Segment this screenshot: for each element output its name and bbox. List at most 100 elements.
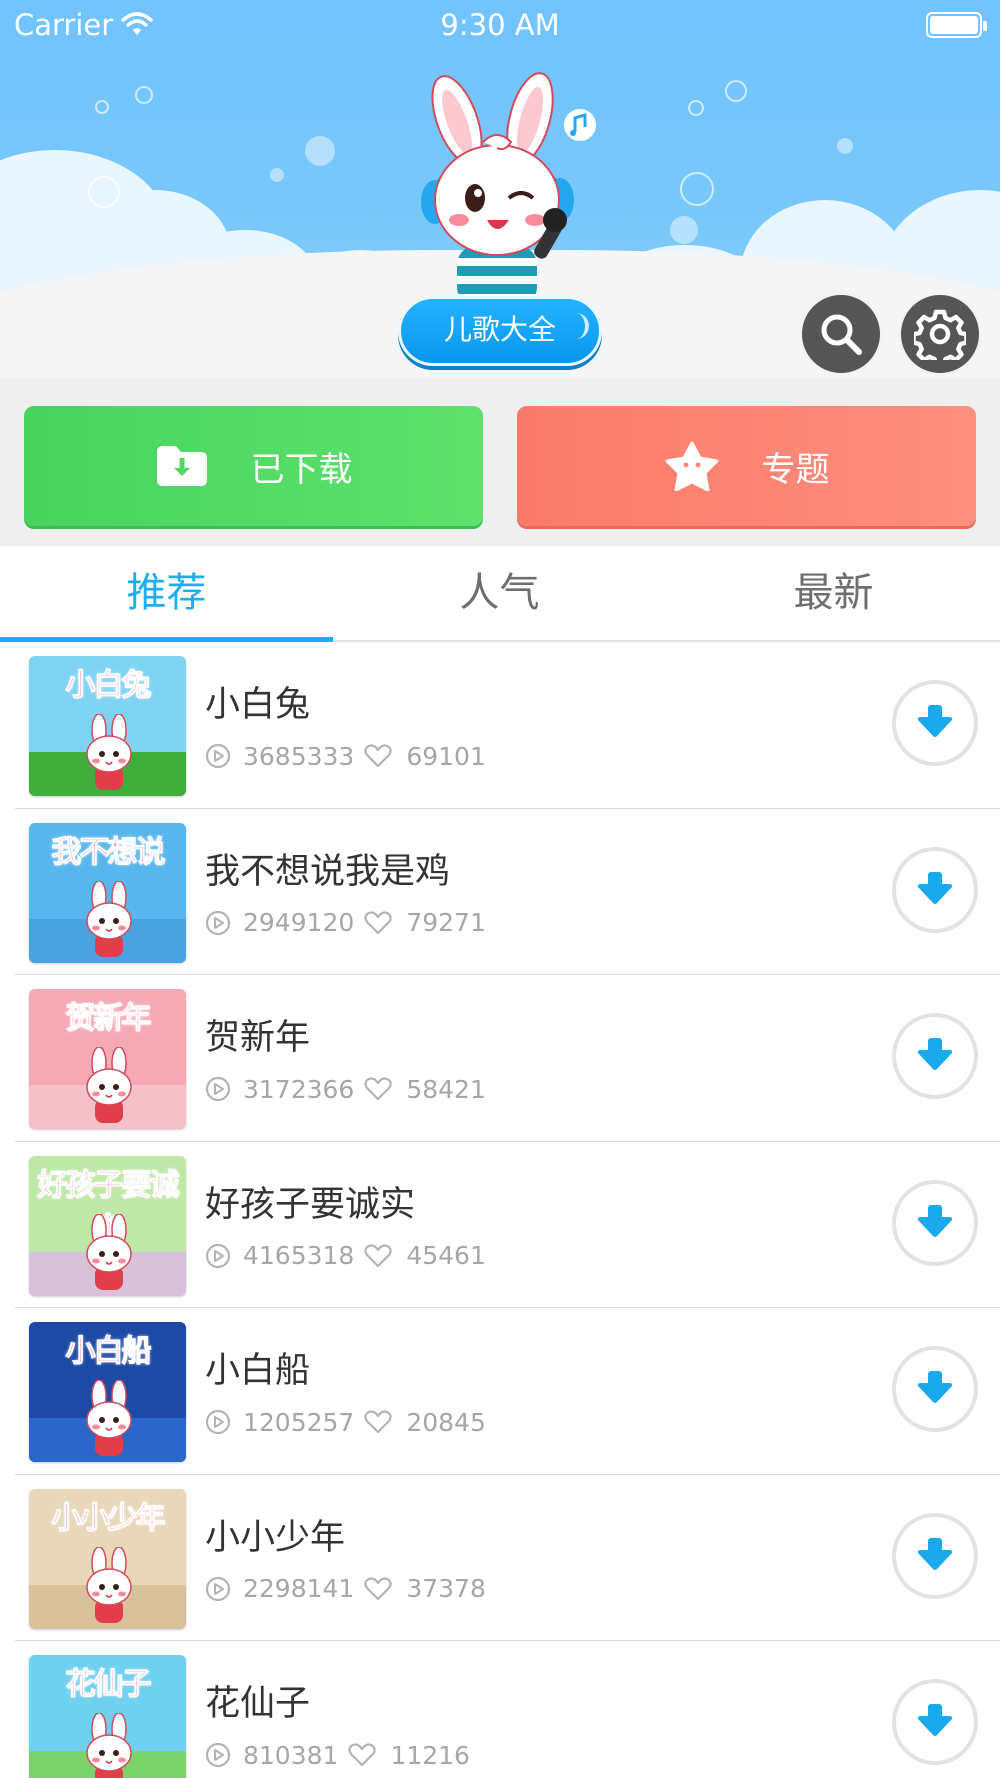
thumbnail-title-art: 贺新年 xyxy=(65,1001,152,1037)
download-button[interactable] xyxy=(892,1013,978,1099)
bubble-decoration xyxy=(670,216,698,244)
bubble-decoration xyxy=(270,168,284,182)
song-stats: 3172366 58421 xyxy=(205,1073,486,1105)
badge-shine-decoration xyxy=(573,313,589,339)
bunny-mascot-icon xyxy=(421,72,596,307)
like-count: 20845 xyxy=(406,1407,486,1437)
bunny-character-icon xyxy=(86,1047,132,1123)
bubble-decoration xyxy=(305,136,335,166)
thumbnail-title-art: 小小少年 xyxy=(51,1500,166,1536)
tab-latest[interactable]: 最新 xyxy=(667,546,1000,640)
actions-bar: 已下载 专题 xyxy=(0,378,1000,546)
header-banner: Carrier 9:30 AM 儿歌大全 xyxy=(0,0,1000,378)
song-title: 小白船 xyxy=(205,1351,311,1391)
heart-icon xyxy=(364,1410,393,1434)
download-arrow-icon xyxy=(917,871,953,904)
song-title: 小白兔 xyxy=(205,685,311,725)
like-count: 11216 xyxy=(390,1740,470,1770)
song-list-item[interactable]: 好孩子要诚实 好孩子要诚实 4165318 45461 xyxy=(0,1142,1000,1309)
thumbnail-title-art: 花仙子 xyxy=(65,1667,152,1703)
play-count-icon xyxy=(205,1076,231,1102)
play-count-icon xyxy=(205,743,231,769)
play-count-icon xyxy=(205,1742,231,1768)
download-arrow-icon xyxy=(917,1204,953,1237)
play-count-icon xyxy=(205,1409,231,1435)
tab-recommended[interactable]: 推荐 xyxy=(0,546,333,640)
settings-button[interactable] xyxy=(898,292,982,376)
clock-label: 9:30 AM xyxy=(440,8,560,42)
download-button[interactable] xyxy=(892,680,978,766)
heart-icon xyxy=(364,1243,393,1268)
downloaded-button[interactable]: 已下载 xyxy=(24,406,483,526)
star-icon xyxy=(664,441,720,491)
song-thumbnail: 贺新年 xyxy=(29,989,186,1129)
downloaded-label: 已下载 xyxy=(250,449,353,490)
app-title: 儿歌大全 xyxy=(443,313,556,346)
battery-icon xyxy=(926,12,987,38)
play-count: 3685333 xyxy=(243,741,355,771)
song-title: 小小少年 xyxy=(205,1517,346,1558)
song-stats: 4165318 45461 xyxy=(205,1240,486,1272)
song-list-item[interactable]: 小白兔 小白兔 3685333 69101 xyxy=(0,642,1000,809)
bunny-character-icon xyxy=(86,1713,132,1778)
bunny-character-icon xyxy=(86,880,132,957)
download-arrow-icon xyxy=(917,1537,953,1570)
download-button[interactable] xyxy=(892,1679,978,1765)
download-arrow-icon xyxy=(917,1038,953,1070)
download-button[interactable] xyxy=(892,1512,978,1599)
like-count: 58421 xyxy=(406,1074,486,1104)
song-list-item[interactable]: 小白船 小白船 1205257 20845 xyxy=(0,1308,1000,1475)
download-arrow-icon xyxy=(917,1704,953,1736)
song-thumbnail: 花仙子 xyxy=(29,1655,186,1778)
bubble-decoration xyxy=(135,86,153,104)
topics-label: 专题 xyxy=(761,449,830,490)
search-button[interactable] xyxy=(799,292,883,376)
song-list[interactable]: 小白兔 小白兔 3685333 69101 我不想说 我不想说我是鸡 29491… xyxy=(0,642,1000,1778)
bunny-character-icon xyxy=(86,1380,132,1456)
play-count: 1205257 xyxy=(243,1407,355,1437)
song-stats: 1205257 20845 xyxy=(205,1406,486,1438)
bubble-decoration xyxy=(725,80,747,102)
song-stats: 3685333 69101 xyxy=(205,740,486,772)
download-button[interactable] xyxy=(892,1346,978,1432)
search-icon xyxy=(821,314,862,355)
song-list-item[interactable]: 花仙子 花仙子 810381 11216 xyxy=(0,1641,1000,1778)
play-count: 2298141 xyxy=(243,1574,355,1603)
bunny-character-icon xyxy=(86,1213,132,1290)
download-button[interactable] xyxy=(892,846,978,933)
song-title: 花仙子 xyxy=(205,1684,311,1724)
song-stats: 2949120 79271 xyxy=(205,907,486,939)
play-count: 3172366 xyxy=(243,1074,355,1104)
heart-icon xyxy=(364,744,393,768)
tab-popular[interactable]: 人气 xyxy=(333,546,666,640)
song-stats: 2298141 37378 xyxy=(205,1573,486,1605)
heart-icon xyxy=(364,1077,393,1101)
play-count-icon xyxy=(205,910,231,936)
app-title-badge: 儿歌大全 xyxy=(398,296,602,366)
like-count: 69101 xyxy=(406,741,486,771)
play-count: 4165318 xyxy=(243,1241,355,1270)
bubble-decoration xyxy=(95,100,109,114)
folder-download-icon xyxy=(155,444,209,488)
topics-button[interactable]: 专题 xyxy=(517,406,976,526)
bubble-decoration xyxy=(88,176,120,208)
song-list-item[interactable]: 小小少年 小小少年 2298141 37378 xyxy=(0,1475,1000,1642)
download-button[interactable] xyxy=(892,1179,978,1266)
download-arrow-icon xyxy=(917,705,953,737)
like-count: 37378 xyxy=(406,1574,486,1603)
bunny-character-icon xyxy=(86,714,132,790)
play-count-icon xyxy=(205,1576,231,1602)
heart-icon xyxy=(364,910,393,935)
song-thumbnail: 小白船 xyxy=(29,1322,186,1462)
song-thumbnail: 小小少年 xyxy=(29,1488,186,1629)
song-list-item[interactable]: 我不想说 我不想说我是鸡 2949120 79271 xyxy=(0,809,1000,976)
gear-icon xyxy=(914,309,966,360)
song-list-item[interactable]: 贺新年 贺新年 3172366 58421 xyxy=(0,975,1000,1142)
bubble-decoration xyxy=(837,138,853,154)
bubble-decoration xyxy=(688,100,704,116)
like-count: 79271 xyxy=(406,908,486,937)
song-title: 贺新年 xyxy=(205,1018,311,1058)
download-arrow-icon xyxy=(917,1371,953,1403)
heart-icon xyxy=(364,1576,393,1601)
song-title: 我不想说我是鸡 xyxy=(205,851,451,892)
